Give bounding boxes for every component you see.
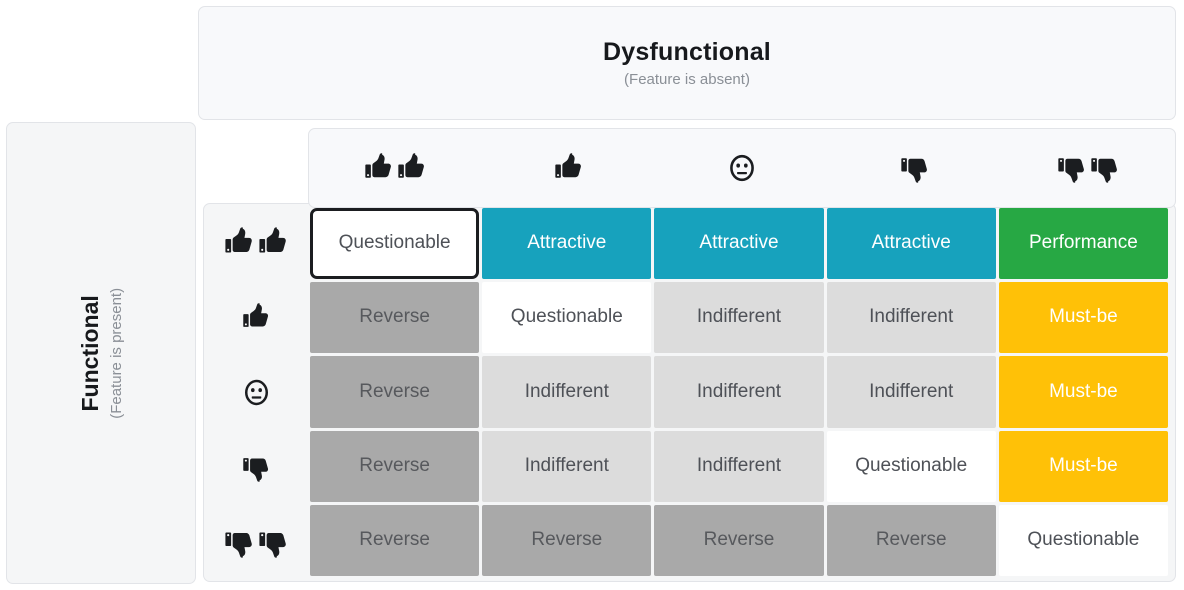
result-cell[interactable]: Attractive [482,208,652,280]
functional-axis-header: Functional (Feature is present) [6,122,196,584]
result-cell-label: Reverse [531,528,603,550]
result-cell-label: Reverse [359,380,430,402]
result-cell-label: Attractive [527,232,607,254]
result-cell[interactable]: Indifferent [826,282,996,354]
result-cell[interactable]: Indifferent [826,356,996,428]
result-cell-label: Reverse [359,454,430,476]
thumbs-up-double-icon [364,152,427,184]
result-cell[interactable]: Performance [998,208,1168,280]
neutral-face-icon [242,377,271,408]
result-cell-label: Attractive [871,232,951,254]
result-cell[interactable]: Questionable [310,208,480,280]
functional-title: Functional [76,294,103,412]
thumbs-up-double-icon [224,226,289,259]
row-header-expect [205,280,308,355]
result-cell[interactable]: Reverse [482,504,652,576]
result-cell-label: Indifferent [696,454,782,476]
kano-result-grid: Questionable Attractive Attractive Attracti… [310,208,1168,576]
result-cell-label: Indifferent [869,306,954,328]
column-header-like [309,129,482,207]
result-cell-label: Reverse [875,528,947,550]
kano-evaluation-table: Dysfunctional (Feature is absent) Functi… [0,0,1184,590]
thumbs-up-icon [242,302,271,333]
dysfunctional-title: Dysfunctional [603,37,771,66]
result-cell[interactable]: Questionable [826,430,996,502]
result-cell-label: Indifferent [524,380,609,402]
dysfunctional-axis-header: Dysfunctional (Feature is absent) [198,6,1176,120]
result-cell[interactable]: Attractive [654,208,824,280]
result-cell[interactable]: Reverse [654,504,824,576]
thumbs-down-icon [242,452,271,483]
row-header-column [205,205,308,580]
neutral-face-icon [727,152,757,184]
result-cell[interactable]: Reverse [310,282,480,354]
result-cell-label: Indifferent [869,380,954,402]
result-cell[interactable]: Reverse [826,504,996,576]
result-cell-label: Must-be [1049,454,1118,476]
result-cell-label: Questionable [510,306,623,328]
result-cell[interactable]: Reverse [310,504,480,576]
thumbs-down-icon [900,152,930,184]
row-header-tolerate [205,430,308,505]
dysfunctional-subtitle: (Feature is absent) [624,71,750,89]
result-cell[interactable]: Indifferent [482,356,652,428]
column-header-tolerate [829,129,1002,207]
result-cell-label: Must-be [1049,380,1118,402]
thumbs-down-double-icon [224,526,289,559]
column-header-strip [308,128,1176,208]
column-header-neutral [655,129,828,207]
functional-subtitle: (Feature is present) [108,287,126,419]
result-cell[interactable]: Reverse [310,430,480,502]
result-cell-label: Indifferent [696,380,782,402]
result-cell-label: Reverse [703,528,775,550]
result-cell[interactable]: Indifferent [654,356,824,428]
result-cell-label: Indifferent [524,454,609,476]
result-cell[interactable]: Must-be [998,430,1168,502]
row-header-like [205,205,308,280]
thumbs-down-double-icon [1057,152,1120,184]
row-header-neutral [205,355,308,430]
result-cell[interactable]: Questionable [998,504,1168,576]
thumbs-up-icon [554,152,584,184]
result-cell[interactable]: Indifferent [654,282,824,354]
result-cell[interactable]: Questionable [482,282,652,354]
result-cell-label: Questionable [855,454,968,476]
column-header-dislike [1002,129,1175,207]
result-cell-label: Questionable [338,232,451,254]
result-cell-label: Must-be [1049,306,1118,328]
result-cell-label: Attractive [699,232,779,254]
result-cell[interactable]: Must-be [998,356,1168,428]
result-cell-label: Questionable [1027,528,1140,550]
result-cell[interactable]: Reverse [310,356,480,428]
column-header-expect [482,129,655,207]
result-cell[interactable]: Indifferent [654,430,824,502]
result-cell[interactable]: Must-be [998,282,1168,354]
result-cell[interactable]: Indifferent [482,430,652,502]
result-cell[interactable]: Attractive [826,208,996,280]
result-cell-label: Reverse [359,306,430,328]
result-cell-label: Indifferent [696,306,782,328]
result-cell-label: Reverse [359,528,430,550]
result-cell-label: Performance [1029,232,1138,254]
row-header-dislike [205,505,308,580]
